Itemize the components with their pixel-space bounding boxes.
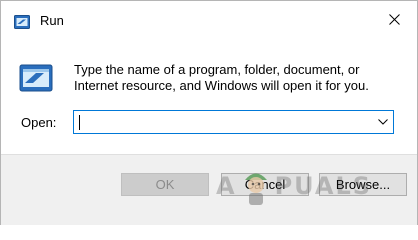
window-title: Run <box>40 13 64 28</box>
dropdown-button[interactable] <box>373 111 393 133</box>
chevron-down-icon <box>378 119 388 125</box>
browse-button[interactable]: Browse... <box>319 173 407 196</box>
run-app-icon <box>14 15 30 29</box>
dialog-body: Type the name of a program, folder, docu… <box>1 37 417 154</box>
text-caret <box>79 115 80 130</box>
cancel-button[interactable]: Cancel <box>221 173 309 196</box>
instructions-text: Type the name of a program, folder, docu… <box>74 62 369 93</box>
run-dialog-icon <box>19 64 53 92</box>
ok-button[interactable]: OK <box>121 173 209 196</box>
button-bar: OK Cancel Browse... <box>1 154 417 225</box>
open-label: Open: <box>21 115 57 130</box>
close-button[interactable] <box>371 1 417 37</box>
run-dialog: Run Type the name of a program, folder, … <box>0 0 418 225</box>
close-icon <box>388 13 400 25</box>
open-combobox[interactable] <box>73 110 394 134</box>
title-bar[interactable]: Run <box>1 1 417 37</box>
